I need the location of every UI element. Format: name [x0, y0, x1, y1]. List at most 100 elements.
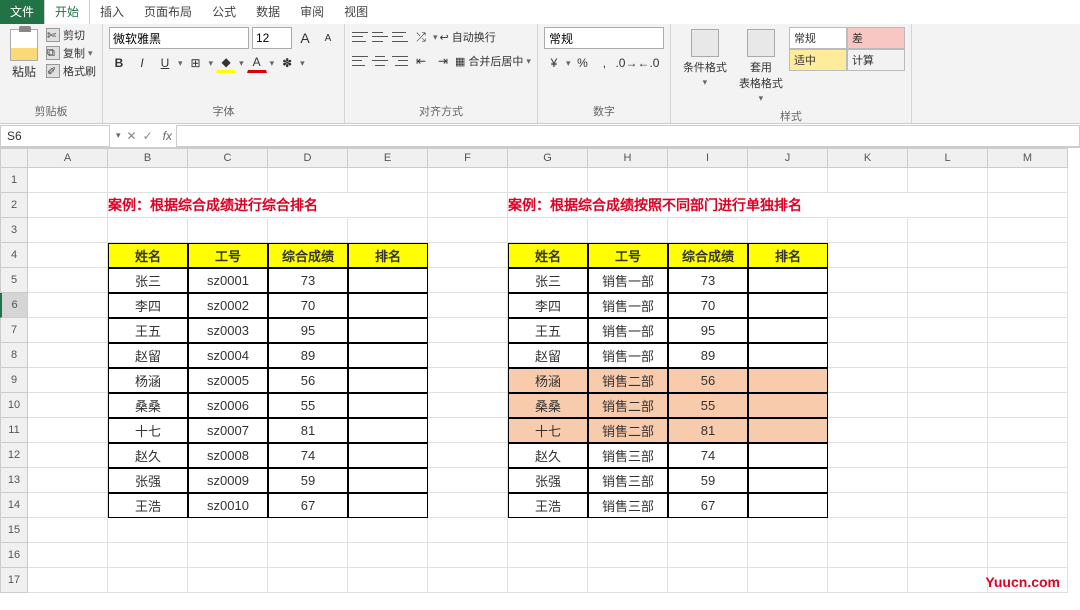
- confirm-formula-button[interactable]: ✓: [143, 129, 153, 143]
- cell[interactable]: 赵留: [508, 343, 588, 368]
- increase-font-button[interactable]: A: [295, 28, 315, 48]
- tab-view[interactable]: 视图: [334, 0, 378, 24]
- number-format-select[interactable]: [544, 27, 664, 49]
- cell[interactable]: [428, 368, 508, 393]
- col-header-E[interactable]: E: [348, 148, 428, 168]
- decrease-font-button[interactable]: A: [318, 28, 338, 48]
- cell[interactable]: sz0010: [188, 493, 268, 518]
- cell[interactable]: [188, 543, 268, 568]
- cell[interactable]: [348, 318, 428, 343]
- cell[interactable]: [828, 568, 908, 593]
- cell[interactable]: [748, 543, 828, 568]
- cell-style-calc[interactable]: 计算: [847, 49, 905, 71]
- tab-layout[interactable]: 页面布局: [134, 0, 202, 24]
- cell[interactable]: [828, 518, 908, 543]
- cell[interactable]: [108, 218, 188, 243]
- cell[interactable]: 王五: [508, 318, 588, 343]
- cell[interactable]: [748, 418, 828, 443]
- cell[interactable]: 工号: [588, 243, 668, 268]
- cell[interactable]: sz0009: [188, 468, 268, 493]
- cell[interactable]: [988, 193, 1068, 218]
- cell[interactable]: [28, 543, 108, 568]
- cell[interactable]: [348, 493, 428, 518]
- cell[interactable]: [828, 218, 908, 243]
- cell[interactable]: 案例：根据综合成绩进行综合排名: [108, 193, 428, 218]
- cell[interactable]: [348, 468, 428, 493]
- row-header-16[interactable]: 16: [0, 543, 28, 568]
- cell[interactable]: [748, 318, 828, 343]
- cell[interactable]: sz0007: [188, 418, 268, 443]
- cell[interactable]: 杨涵: [108, 368, 188, 393]
- cell[interactable]: [908, 543, 988, 568]
- align-bottom-button[interactable]: [391, 30, 409, 44]
- tab-data[interactable]: 数据: [246, 0, 290, 24]
- tab-insert[interactable]: 插入: [90, 0, 134, 24]
- cell[interactable]: [908, 568, 988, 593]
- cell[interactable]: [908, 218, 988, 243]
- cell[interactable]: 排名: [348, 243, 428, 268]
- col-header-K[interactable]: K: [828, 148, 908, 168]
- cell[interactable]: [428, 318, 508, 343]
- cell[interactable]: [348, 443, 428, 468]
- fx-icon[interactable]: fx: [163, 129, 172, 143]
- cell[interactable]: [348, 543, 428, 568]
- cell[interactable]: [28, 368, 108, 393]
- cell[interactable]: [428, 218, 508, 243]
- cell[interactable]: [28, 493, 108, 518]
- cell-style-neutral[interactable]: 适中: [789, 49, 847, 71]
- cell[interactable]: [348, 418, 428, 443]
- align-center-button[interactable]: [371, 54, 389, 68]
- cell[interactable]: 李四: [108, 293, 188, 318]
- cell[interactable]: [988, 168, 1068, 193]
- cell[interactable]: [28, 343, 108, 368]
- cell[interactable]: [828, 543, 908, 568]
- cell[interactable]: [668, 168, 748, 193]
- cell[interactable]: [188, 518, 268, 543]
- cell[interactable]: [28, 418, 108, 443]
- currency-button[interactable]: ¥: [544, 53, 564, 73]
- row-header-11[interactable]: 11: [0, 418, 28, 443]
- percent-button[interactable]: %: [572, 53, 592, 73]
- cell[interactable]: [428, 343, 508, 368]
- cell[interactable]: [908, 518, 988, 543]
- cell[interactable]: 70: [268, 293, 348, 318]
- cell[interactable]: [668, 518, 748, 543]
- cell[interactable]: [668, 568, 748, 593]
- cell[interactable]: 十七: [508, 418, 588, 443]
- row-header-6[interactable]: 6: [0, 293, 28, 318]
- cell[interactable]: 张强: [108, 468, 188, 493]
- cell[interactable]: [108, 518, 188, 543]
- cell[interactable]: 销售三部: [588, 443, 668, 468]
- indent-inc-button[interactable]: ⇥: [433, 51, 453, 71]
- row-header-4[interactable]: 4: [0, 243, 28, 268]
- phonetic-button[interactable]: ✽: [277, 53, 297, 73]
- tab-formula[interactable]: 公式: [202, 0, 246, 24]
- cell[interactable]: [828, 268, 908, 293]
- cell[interactable]: 销售二部: [588, 418, 668, 443]
- cell[interactable]: [428, 243, 508, 268]
- cell[interactable]: [348, 268, 428, 293]
- cell[interactable]: [828, 493, 908, 518]
- cell[interactable]: [988, 268, 1068, 293]
- cell[interactable]: [588, 168, 668, 193]
- cell[interactable]: [428, 168, 508, 193]
- cell[interactable]: [908, 243, 988, 268]
- cell[interactable]: [748, 168, 828, 193]
- cell[interactable]: 55: [268, 393, 348, 418]
- col-header-G[interactable]: G: [508, 148, 588, 168]
- cell[interactable]: [668, 218, 748, 243]
- cell[interactable]: [988, 393, 1068, 418]
- cell[interactable]: 销售一部: [588, 293, 668, 318]
- font-name-select[interactable]: [109, 27, 249, 49]
- cell[interactable]: [28, 568, 108, 593]
- row-header-13[interactable]: 13: [0, 468, 28, 493]
- cell[interactable]: [908, 393, 988, 418]
- bold-button[interactable]: B: [109, 53, 129, 73]
- cell[interactable]: 张三: [508, 268, 588, 293]
- cell[interactable]: [908, 468, 988, 493]
- cell[interactable]: 73: [668, 268, 748, 293]
- row-header-8[interactable]: 8: [0, 343, 28, 368]
- cell[interactable]: sz0003: [188, 318, 268, 343]
- cell[interactable]: 综合成绩: [668, 243, 748, 268]
- cell[interactable]: [988, 418, 1068, 443]
